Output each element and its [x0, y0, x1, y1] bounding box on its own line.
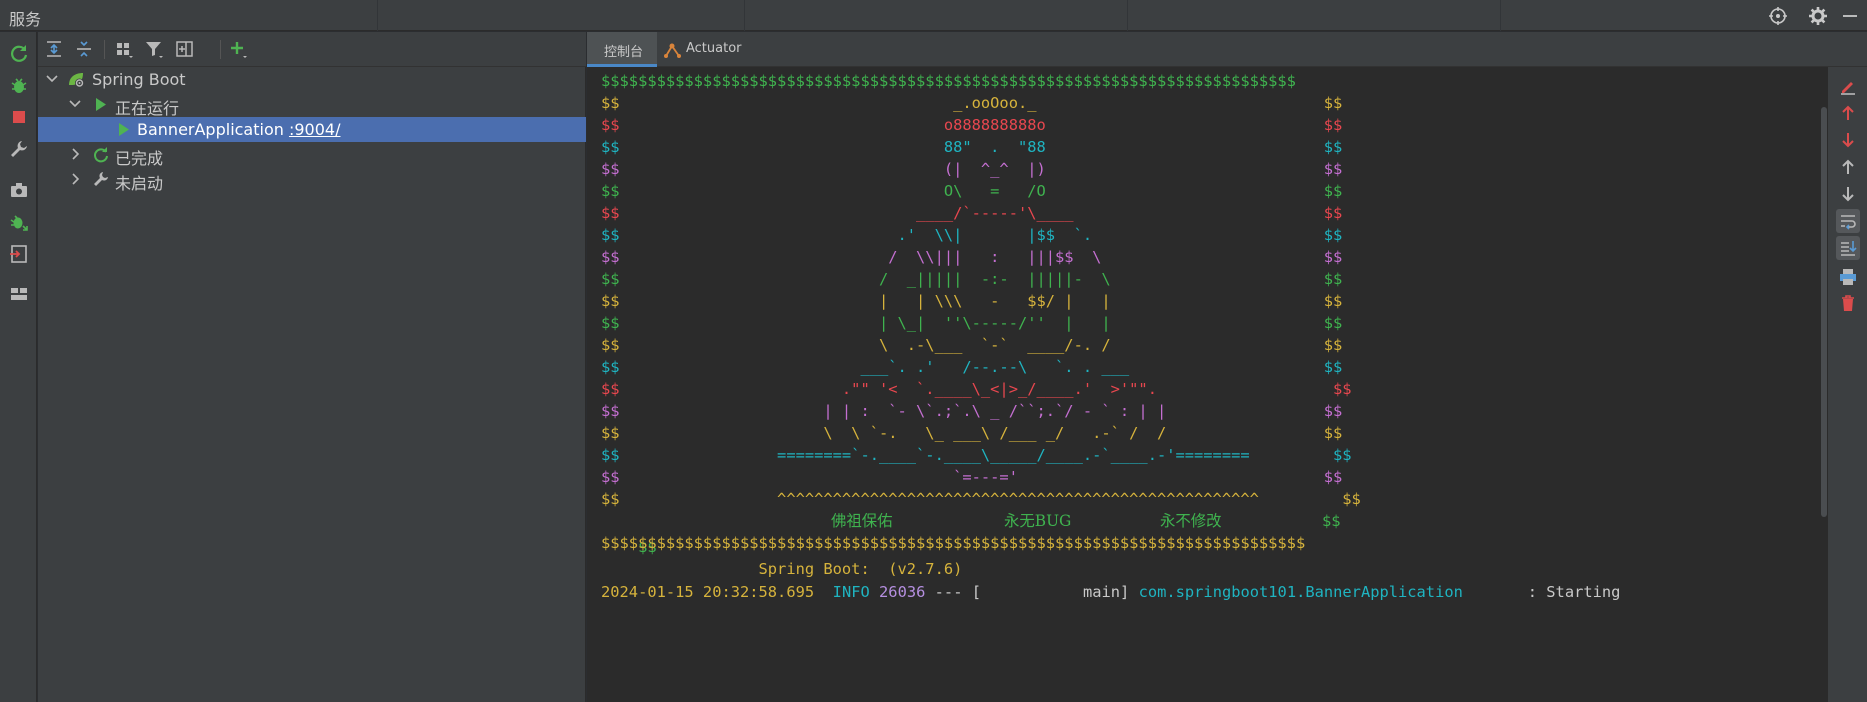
window-title: 服务	[9, 10, 42, 29]
run-icon	[114, 120, 133, 139]
console-output[interactable]: $$$$$$$$$$$$$$$$$$$$$$$$$$$$$$$$$$$$$$$$…	[587, 67, 1827, 702]
group-by-icon[interactable]	[112, 37, 136, 61]
title-divider	[744, 0, 745, 31]
trash-icon[interactable]	[1836, 291, 1860, 315]
tree-node-running[interactable]: 正在运行	[38, 92, 586, 118]
previous-occurrence-icon[interactable]	[1836, 101, 1860, 125]
tree-toolbar	[38, 32, 586, 67]
arrow-down-icon[interactable]	[1836, 182, 1860, 206]
crosshair-icon[interactable]	[1766, 4, 1790, 28]
title-divider	[377, 0, 378, 31]
actuator-icon	[663, 40, 682, 59]
layout-icon[interactable]	[7, 282, 31, 306]
spring-boot-icon	[67, 70, 86, 89]
tree-node-spring-boot[interactable]: Spring Boot	[38, 67, 586, 92]
banner-border-bottom: $$$$$$$$$$$$$$$$$$$$$$$$$$$$$$$$$$$$$$$$…	[601, 534, 1306, 552]
app-port-link[interactable]: :9004/	[289, 120, 341, 139]
console-tabs: 控制台 Actuator	[587, 32, 1867, 67]
print-icon[interactable]	[1836, 265, 1860, 289]
next-occurrence-icon[interactable]	[1836, 128, 1860, 152]
attach-debugger-icon[interactable]	[7, 210, 31, 234]
new-service-icon[interactable]	[173, 37, 197, 61]
log-level: INFO	[832, 583, 870, 601]
tab-actuator[interactable]: Actuator	[657, 32, 767, 67]
collapse-all-icon[interactable]	[72, 37, 96, 61]
log-timestamp: 2024-01-15 20:32:58.695	[601, 583, 815, 601]
gear-icon[interactable]	[1806, 4, 1830, 28]
tab-console[interactable]: 控制台	[587, 32, 657, 67]
chevron-right-icon[interactable]	[67, 171, 83, 187]
banner-line: $$ ^^^^^^^^^^^^^^^^^^^^^^^^^^^^^^^^^^^^^…	[601, 490, 1361, 508]
log-thread: [ main]	[971, 583, 1130, 601]
stop-icon[interactable]	[7, 105, 31, 129]
title-divider	[1500, 0, 1501, 31]
tree-node-banner-application[interactable]: BannerApplication :9004/	[38, 117, 586, 142]
services-title-bar: 服务	[0, 0, 1867, 31]
expand-all-icon[interactable]	[42, 37, 66, 61]
tree-node-not-started[interactable]: 未启动	[38, 167, 586, 193]
log-message: : Starting	[1527, 583, 1621, 601]
log-logger: com.springboot101.BannerApplication	[1138, 583, 1463, 601]
tree-node-label: 已完成	[115, 149, 164, 168]
exit-icon[interactable]	[7, 242, 31, 266]
minimize-icon[interactable]	[1838, 4, 1862, 28]
left-toolbar	[0, 32, 37, 702]
scroll-to-end-icon[interactable]	[1836, 236, 1860, 260]
rerun-icon	[91, 145, 110, 164]
chevron-down-icon[interactable]	[44, 71, 60, 87]
debug-icon[interactable]	[7, 73, 31, 97]
arrow-up-icon[interactable]	[1836, 155, 1860, 179]
tree-node-label: 未启动	[115, 174, 164, 193]
tree-node-label: BannerApplication :9004/	[137, 120, 340, 139]
tab-label: Actuator	[686, 41, 742, 56]
tree-node-label: 正在运行	[115, 99, 180, 118]
app-name: BannerApplication	[137, 120, 284, 139]
add-icon[interactable]	[226, 37, 250, 61]
blessing-suffix: $$	[1322, 512, 1341, 530]
wrench-icon[interactable]	[7, 137, 31, 161]
toolbar-divider	[104, 40, 105, 59]
toolbar-divider	[220, 40, 221, 59]
console-toolbar	[1827, 67, 1867, 702]
rerun-icon[interactable]	[7, 41, 31, 65]
soft-wrap-icon[interactable]	[1836, 209, 1860, 233]
wrench-icon	[91, 170, 110, 189]
log-line: 2024-01-15 20:32:58.695 INFO 26036 --- […	[601, 579, 1620, 605]
services-tree: Spring Boot 正在运行 BannerApplication :9004…	[38, 67, 586, 702]
log-pid: 26036	[879, 583, 926, 601]
filter-icon[interactable]	[142, 37, 166, 61]
tree-node-label: Spring Boot	[92, 70, 186, 89]
tree-node-finished[interactable]: 已完成	[38, 142, 586, 168]
clear-highlight-icon[interactable]	[1836, 74, 1860, 98]
log-dashes: ---	[934, 583, 963, 601]
camera-icon[interactable]	[7, 178, 31, 202]
run-icon	[91, 95, 110, 114]
tab-label: 控制台	[604, 45, 644, 60]
chevron-right-icon[interactable]	[67, 146, 83, 162]
title-divider	[1127, 0, 1128, 31]
chevron-down-icon[interactable]	[67, 96, 83, 112]
